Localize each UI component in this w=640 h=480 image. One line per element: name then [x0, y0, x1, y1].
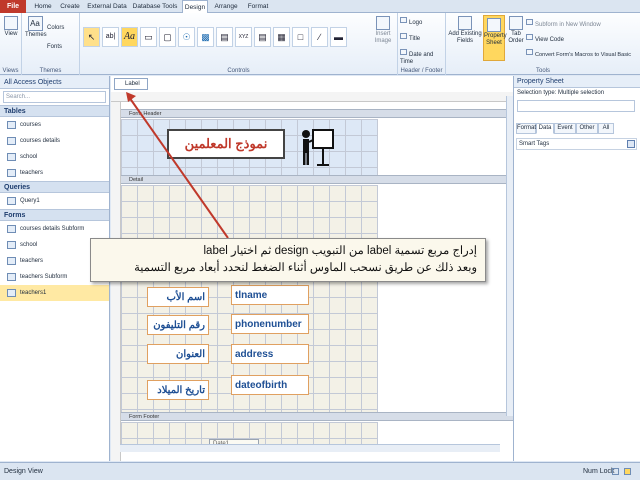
callout-line-1: إدراج مربع تسمية label من التبويب design… — [203, 245, 478, 257]
instruction-callout: إدراج مربع تسمية label من التبويب design… — [90, 238, 486, 282]
callout-line-2: وبعد ذلك عن طريق نسحب الماوس أثناء الضغط… — [134, 262, 477, 274]
